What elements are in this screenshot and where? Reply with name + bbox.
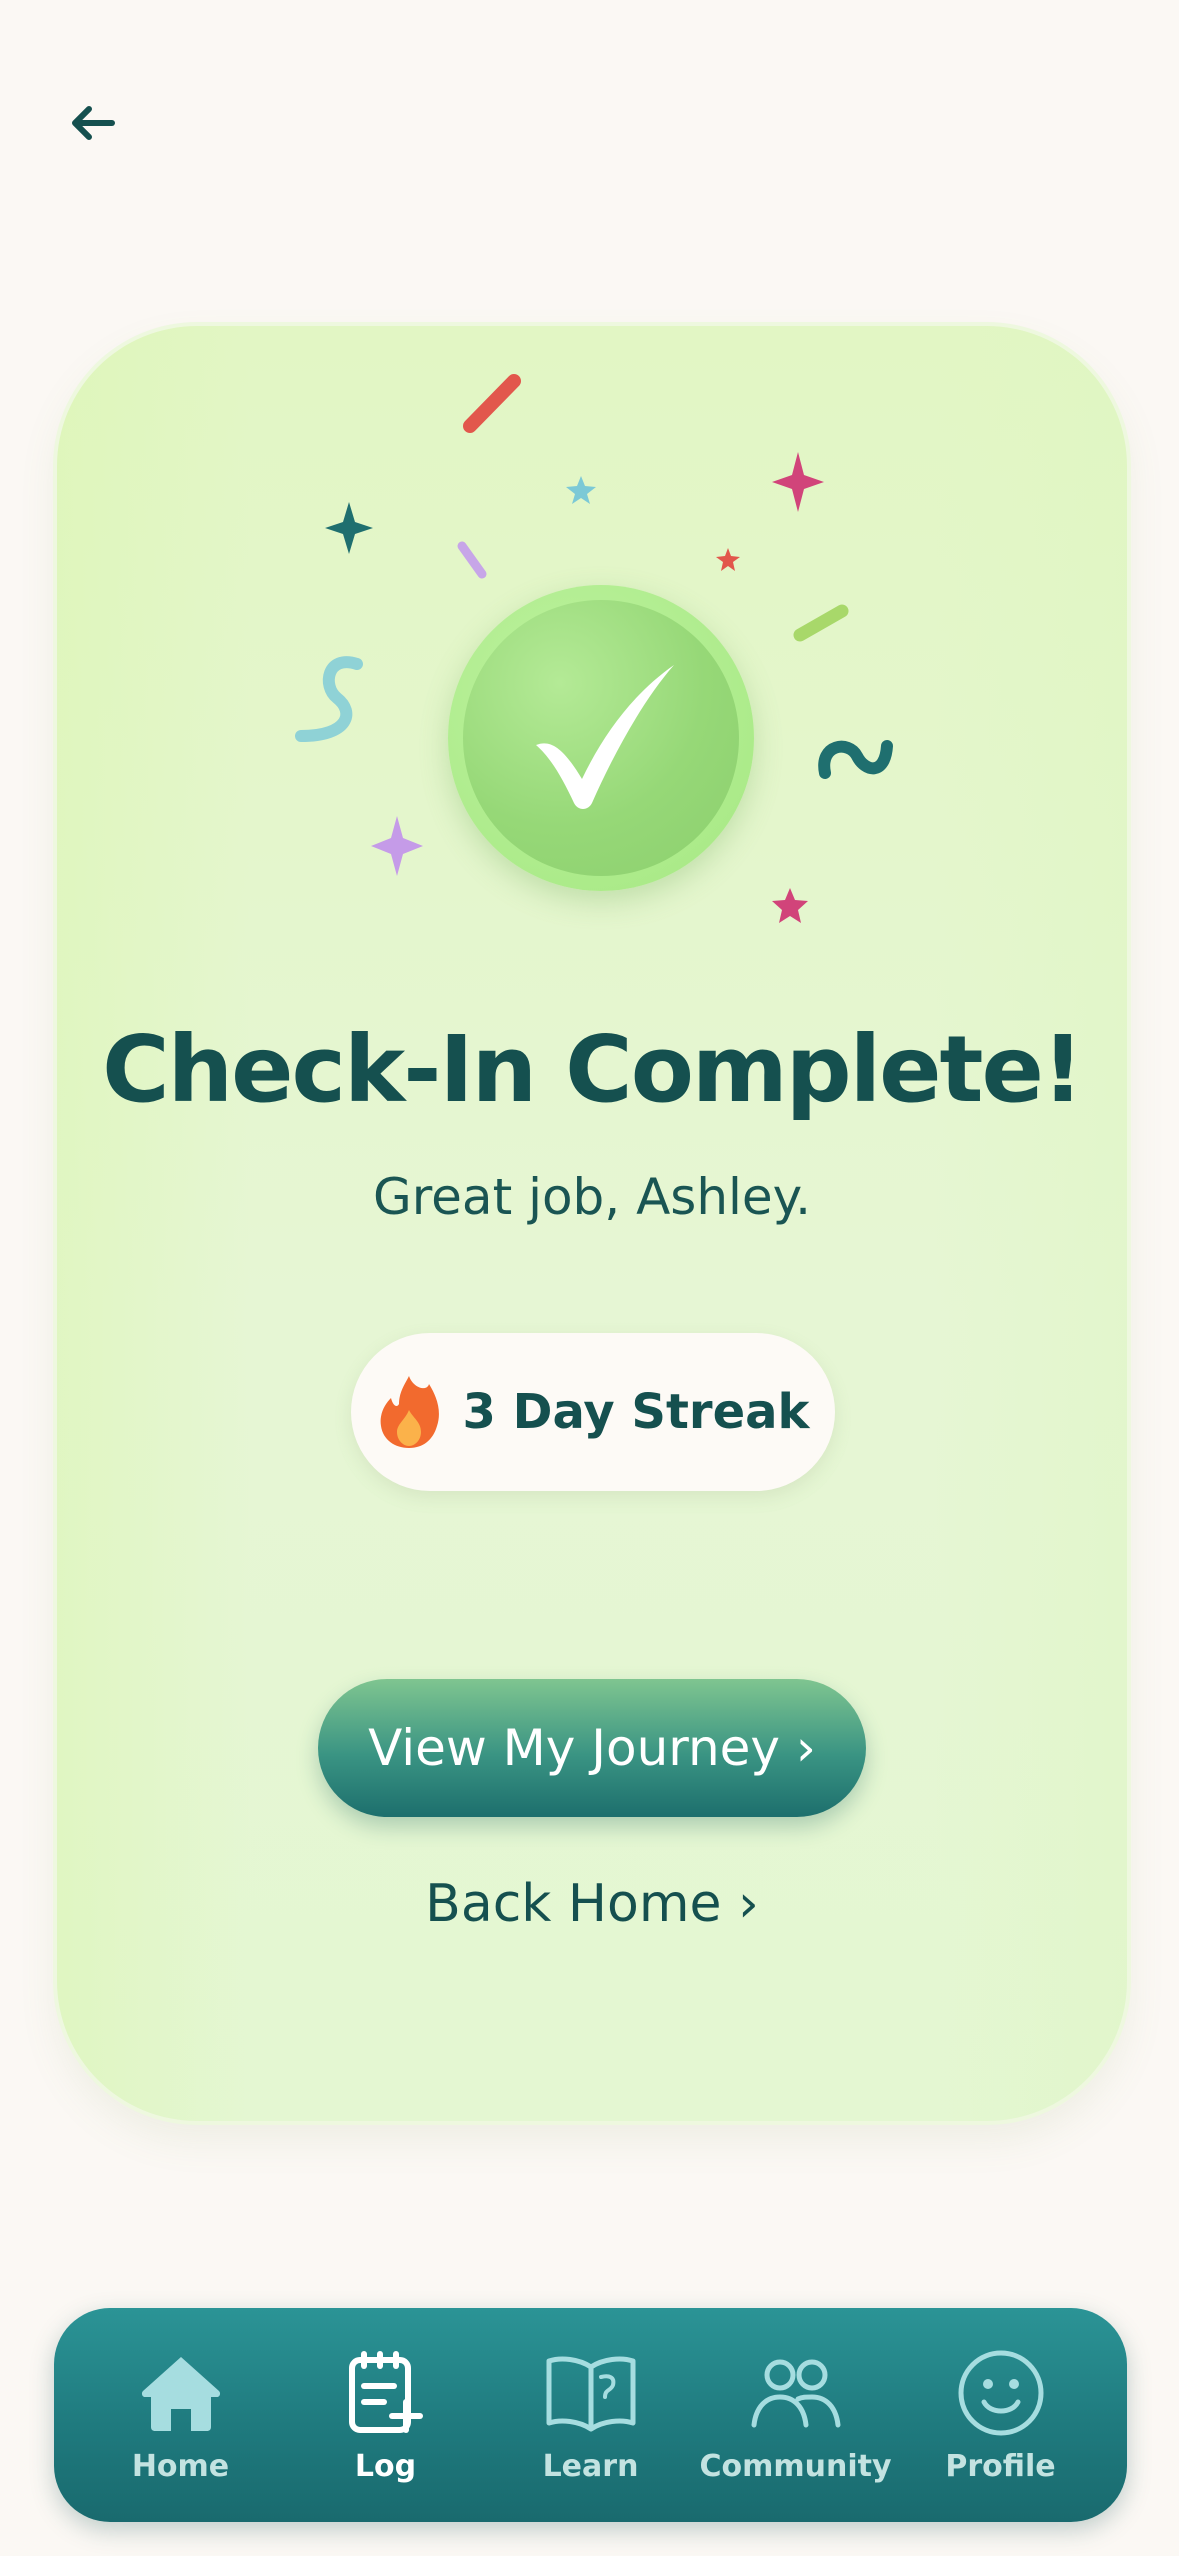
check-in-complete-card: Check-In Complete! Great job, Ashley. 3 … xyxy=(57,326,1127,2121)
success-check-badge xyxy=(448,585,754,891)
tab-profile-label: Profile xyxy=(945,2448,1056,2484)
arrow-left-icon xyxy=(72,106,115,140)
back-home-link[interactable]: Back Home › xyxy=(57,1874,1127,1934)
book-icon xyxy=(546,2356,635,2431)
tab-log[interactable]: Log xyxy=(291,2325,481,2505)
tab-log-label: Log xyxy=(354,2448,417,2484)
confetti-strip-green xyxy=(793,604,849,642)
tab-community-label: Community xyxy=(699,2448,892,2484)
tab-learn-label: Learn xyxy=(542,2448,639,2484)
smiley-face-icon xyxy=(958,2350,1043,2435)
page-title: Check-In Complete! xyxy=(102,1016,1084,1123)
confetti-star-red xyxy=(716,548,740,571)
tab-learn[interactable]: Learn xyxy=(496,2325,686,2505)
confetti-squiggle-aqua xyxy=(295,656,363,742)
streak-label: 3 Day Streak xyxy=(462,1384,810,1440)
check-in-complete-screen: Check-In Complete! Great job, Ashley. 3 … xyxy=(0,0,1179,2556)
confetti-star-light-blue xyxy=(566,476,596,504)
confetti-star-pink xyxy=(772,888,808,923)
confetti-strip-lavender xyxy=(457,541,487,579)
streak-badge: 3 Day Streak xyxy=(351,1333,835,1491)
view-my-journey-button[interactable]: View My Journey › xyxy=(318,1679,866,1817)
greeting-subtitle: Great job, Ashley. xyxy=(372,1168,812,1226)
confetti-strip-red xyxy=(463,374,521,433)
view-my-journey-label: View My Journey › xyxy=(368,1719,816,1777)
tab-profile[interactable]: Profile xyxy=(906,2325,1096,2505)
back-button[interactable] xyxy=(52,88,132,158)
confetti-sparkle-teal xyxy=(325,502,373,554)
home-icon xyxy=(141,2356,220,2431)
tab-community[interactable]: Community xyxy=(699,2325,892,2505)
confetti-squiggle-teal xyxy=(818,740,893,779)
tab-home[interactable]: Home xyxy=(86,2325,276,2505)
bottom-tab-bar: Home Log Learn Community Profile xyxy=(54,2308,1127,2522)
confetti-sparkle-pink xyxy=(772,452,824,512)
flame-icon xyxy=(380,1376,439,1448)
confetti-sparkle-lavender xyxy=(371,816,423,876)
tab-home-label: Home xyxy=(131,2448,230,2484)
people-icon xyxy=(751,2359,840,2427)
log-notepad-icon xyxy=(348,2350,423,2433)
checkmark-icon xyxy=(536,665,674,809)
